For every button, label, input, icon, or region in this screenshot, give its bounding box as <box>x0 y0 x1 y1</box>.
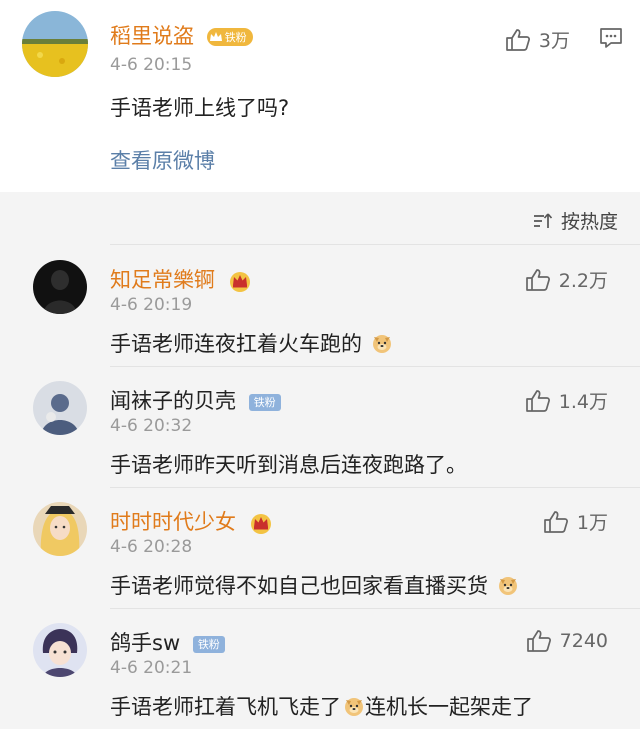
crown-badge-icon <box>250 514 271 534</box>
comment-like-button[interactable]: 1万 <box>543 508 608 535</box>
divider <box>110 366 640 367</box>
commenter-avatar[interactable] <box>33 502 87 556</box>
comment-text: 手语老师扛着飞机飞走了 连机长一起架走了 <box>110 695 533 719</box>
comment-timestamp: 4-6 20:28 <box>110 537 193 557</box>
commenter-avatar[interactable] <box>33 381 87 435</box>
thumbs-up-icon <box>506 28 530 51</box>
commenter-avatar[interactable] <box>33 623 87 677</box>
comment-text: 手语老师昨天听到消息后连夜跑路了。 <box>110 453 467 477</box>
doge-emoji-icon <box>345 698 363 716</box>
view-original-link[interactable]: 查看原微博 <box>110 145 215 175</box>
commenter-name[interactable]: 时时时代少女 <box>110 506 273 536</box>
thumbs-up-icon <box>526 630 551 652</box>
divider <box>110 244 640 245</box>
comment-text: 手语老师连夜扛着火车跑的 <box>110 328 393 358</box>
comment-timestamp: 4-6 20:32 <box>110 416 193 436</box>
commenter-name[interactable]: 闻袜子的贝壳 铁粉 <box>110 385 281 415</box>
comment-text: 手语老师觉得不如自己也回家看直播买货 <box>110 570 519 600</box>
fan-badge: 铁粉 <box>248 393 281 411</box>
comment-like-button[interactable]: 2.2万 <box>525 266 608 293</box>
commenter-name[interactable]: 知足常樂锕 <box>110 264 252 294</box>
post-author-avatar[interactable] <box>22 11 88 77</box>
divider <box>110 608 640 609</box>
fan-badge: 铁粉 <box>206 28 253 46</box>
thumbs-up-icon <box>525 389 550 412</box>
doge-emoji-icon <box>498 577 517 595</box>
sort-by-hot-button[interactable]: 按热度 <box>533 207 618 234</box>
post-like-button[interactable]: 3万 <box>505 26 570 53</box>
commenter-name[interactable]: 鸽手sw 铁粉 <box>110 627 225 657</box>
fan-badge: 铁粉 <box>192 635 225 653</box>
crown-badge-icon <box>229 272 250 292</box>
comment-like-button[interactable]: 1.4万 <box>525 387 608 414</box>
doge-emoji-icon <box>372 335 391 353</box>
comment-timestamp: 4-6 20:19 <box>110 295 193 315</box>
thumbs-up-icon <box>544 510 568 533</box>
original-post: 稻里说盗 铁粉 4-6 20:15 手语老师上线了吗? 查看原微博 3万 <box>0 0 640 192</box>
comment-icon[interactable] <box>599 27 623 53</box>
divider <box>110 487 640 488</box>
sort-icon <box>533 212 553 228</box>
crown-badge-icon <box>209 32 222 41</box>
post-timestamp: 4-6 20:15 <box>110 55 193 75</box>
comment-timestamp: 4-6 20:21 <box>110 658 193 678</box>
post-author-name[interactable]: 稻里说盗 铁粉 <box>110 20 253 50</box>
comment-like-button[interactable]: 7240 <box>526 629 608 653</box>
post-text: 手语老师上线了吗? <box>110 96 290 120</box>
thumbs-up-icon <box>525 268 550 291</box>
commenter-avatar[interactable] <box>33 260 87 314</box>
